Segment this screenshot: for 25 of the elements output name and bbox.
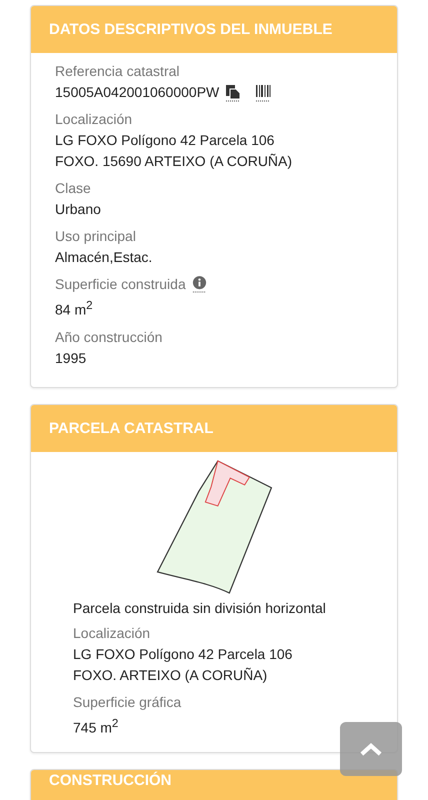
field-label: Superficie construida: [55, 275, 186, 294]
parcel-caption: Parcela construida sin división horizontal: [73, 598, 327, 618]
info-icon[interactable]: [192, 276, 207, 293]
field-value: 15005A042001060000PW: [55, 83, 220, 102]
section-title: PARCELA CATASTRAL: [49, 420, 214, 437]
field-label: Superficie gráfica: [73, 692, 182, 712]
field-label: Uso principal: [55, 227, 136, 246]
copy-icon[interactable]: [225, 84, 242, 102]
section-title: CONSTRUCCIÓN: [49, 772, 172, 790]
section-title: DATOS DESCRIPTIVOS DEL INMUEBLE: [49, 21, 332, 38]
field-label: Referencia catastral: [55, 62, 180, 81]
field-value: 745 m$^{2}$: [73, 716, 118, 738]
field-value: 84 m$^{2}$: [55, 298, 93, 320]
scroll-to-top-button[interactable]: [340, 722, 402, 776]
field-label: Localización: [55, 110, 132, 129]
chevron-up-icon: [360, 742, 382, 756]
field-value: LG FOXO Polígono 42 Parcela 106 FOXO. 15690 ARTEIXO (A CORUÑA): [55, 131, 292, 171]
field-label: Año construcción: [55, 328, 162, 347]
barcode-icon[interactable]: [255, 84, 272, 102]
field-label: Localización: [73, 624, 152, 643]
field-value: Urbano: [55, 200, 101, 219]
field-label: Clase: [55, 179, 91, 198]
field-value: Almacén,Estac.: [55, 248, 152, 267]
field-value: LG FOXO Polígono 42 Parcela 106 FOXO. ARTEIXO (A CORUÑA): [73, 644, 292, 685]
field-value: 1995: [55, 348, 86, 368]
